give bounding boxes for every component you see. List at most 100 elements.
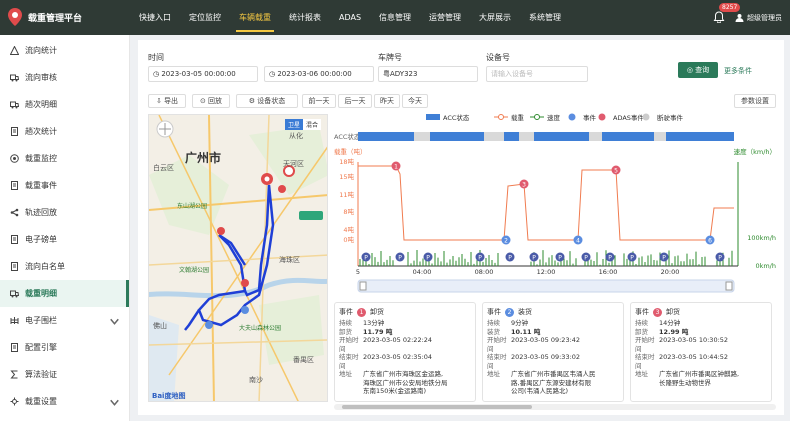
- event-value: 14分钟: [659, 319, 681, 327]
- event-key: 结束时间: [339, 353, 359, 370]
- warning-icon: [10, 46, 19, 55]
- event-value: 11.79 吨: [363, 327, 393, 336]
- y2-axis-label: 速度（km/h）: [734, 147, 776, 156]
- legend-swatch: [598, 113, 606, 121]
- end-time-input[interactable]: ◷ 2023-03-06 00:00:00: [264, 66, 374, 82]
- event-card[interactable]: 事件 2 装货 持续 9分钟 装货 10.11 吨开始时间 2023-03-05 09:23:…: [482, 302, 624, 402]
- load-chart: ACC状态 载重 速度 事件 ADAS事件 断驶事件 ACC状态 载重（吨） 速度（km/h） 1…: [334, 110, 776, 300]
- document-icon: [11, 127, 18, 136]
- range-handle-right: [725, 281, 733, 291]
- map-label: 番禺区: [293, 356, 314, 364]
- map-tab-satellite[interactable]: 卫星: [285, 119, 304, 130]
- sidebar-item[interactable]: 载重设置: [0, 388, 129, 415]
- query-button[interactable]: ◎ 查询: [678, 62, 718, 78]
- user-name: 超级管理员: [747, 13, 782, 22]
- scrollbar-thumb[interactable]: [342, 405, 532, 409]
- nav-item[interactable]: 大屏展示: [470, 0, 520, 35]
- sidebar-item[interactable]: 趟次统计: [0, 118, 129, 145]
- device-status-button[interactable]: ⚙ 设备状态: [236, 94, 298, 108]
- sidebar-item[interactable]: 电子围栏: [0, 307, 129, 334]
- document-icon: [11, 262, 18, 271]
- parking-marker-label: P: [584, 255, 588, 262]
- sidebar-item[interactable]: 载重监控: [0, 145, 129, 172]
- y-tick-label: 0吨: [343, 235, 354, 244]
- event-value: 长隆野生动物世界: [659, 378, 711, 387]
- nav-item[interactable]: 信息管理: [370, 0, 420, 35]
- export-button[interactable]: ⇩ 导出: [148, 94, 186, 108]
- prev-day-button[interactable]: 前一天: [302, 94, 336, 108]
- event-key: 开始时间: [487, 336, 507, 353]
- events-scrollbar[interactable]: [334, 404, 776, 410]
- nav-item[interactable]: 车辆载重: [230, 0, 280, 35]
- event-value: 公司(韦涌人民路北): [511, 387, 569, 395]
- event-name: 卸货: [666, 308, 680, 316]
- location-pin-icon: [8, 8, 22, 26]
- legend-label: 事件: [583, 113, 597, 122]
- map-label: 白云区: [153, 164, 174, 172]
- event-card[interactable]: 事件 3 卸货 持续 14分钟 卸货 12.99 吨开始时间 2023-03-05 10:30…: [630, 302, 772, 402]
- event-key: 地址: [339, 370, 352, 378]
- chevron-down-icon: [110, 318, 119, 325]
- nav-item[interactable]: 运营管理: [420, 0, 470, 35]
- params-button[interactable]: 参数设置: [734, 94, 776, 108]
- map-view[interactable]: 广州市 天河区 白云区 海珠区 番禺区 大夫山森林公园 东山湖公园 文翰湖公园 …: [148, 114, 328, 402]
- today-button[interactable]: 今天: [402, 94, 428, 108]
- event-key: [487, 379, 511, 388]
- nav-item[interactable]: 快捷入口: [130, 0, 180, 35]
- sidebar-item-label: 载重设置: [25, 397, 57, 406]
- event-row: 结束时间 2023-03-05 10:44:52: [635, 353, 767, 370]
- event-card[interactable]: 事件 1 卸货 持续 13分钟 卸货 11.79 吨开始时间 2023-03-05 02:22…: [334, 302, 476, 402]
- start-time-input[interactable]: ◷ 2023-03-05 00:00:00: [148, 66, 258, 82]
- sidebar-item[interactable]: 算法验证: [0, 361, 129, 388]
- sidebar-item[interactable]: 轨迹回放: [0, 199, 129, 226]
- sidebar-item[interactable]: 载重明细: [0, 280, 129, 307]
- event-value: 12.99 吨: [659, 327, 689, 336]
- more-conditions-link[interactable]: 更多条件: [724, 66, 752, 76]
- sidebar-item[interactable]: 流向统计: [0, 37, 129, 64]
- sidebar-item[interactable]: 载重事件: [0, 172, 129, 199]
- event-value: 广东省广州市海珠区金运路,: [363, 370, 444, 378]
- sidebar-item[interactable]: 电子磅单: [0, 226, 129, 253]
- sidebar: 流向统计 流向审核 趟次明细 趟次统计 载重监控 载重事件 轨迹回放 电子磅单 流向白名单 载重明…: [0, 35, 130, 421]
- event-key: [635, 379, 659, 388]
- range-handle-left: [359, 281, 367, 291]
- event-row: 卸货 11.79 吨: [339, 328, 471, 337]
- sidebar-item[interactable]: 流向审核: [0, 64, 129, 91]
- nav-item[interactable]: 统计报表: [280, 0, 330, 35]
- event-value: 13分钟: [363, 319, 385, 327]
- event-marker-label: 5: [614, 168, 618, 175]
- nav-item[interactable]: ADAS: [330, 0, 370, 35]
- search-icon: ◎: [686, 66, 696, 74]
- bell-icon: [713, 10, 725, 23]
- plate-input[interactable]: 粤ADY323: [378, 66, 478, 82]
- sidebar-item[interactable]: 趟次明细: [0, 91, 129, 118]
- playback-button[interactable]: ⊙ 回放: [192, 94, 230, 108]
- event-row: 开始时间 2023-03-05 09:23:42: [487, 336, 619, 353]
- plate-label: 车牌号: [378, 53, 402, 62]
- legend-label: 速度: [547, 113, 561, 122]
- event-type: 事件: [635, 308, 649, 316]
- user-menu[interactable]: 超级管理员: [735, 13, 782, 23]
- event-key: [339, 379, 363, 388]
- y-axis-label: 载重（吨）: [334, 147, 367, 156]
- notification-bell[interactable]: 8257: [713, 2, 741, 25]
- acc-label: ACC状态: [334, 132, 361, 141]
- fence-icon: [10, 317, 19, 324]
- device-label: 设备号: [486, 53, 510, 62]
- event-row: 装货 10.11 吨: [487, 328, 619, 337]
- nav-item[interactable]: 系统管理: [520, 0, 570, 35]
- event-name: 装货: [518, 308, 532, 316]
- event-row: 东南150米(金运路南): [339, 387, 471, 396]
- sidebar-item[interactable]: 配置引擎: [0, 334, 129, 361]
- yesterday-button[interactable]: 昨天: [374, 94, 400, 108]
- nav-item[interactable]: 定位监控: [180, 0, 230, 35]
- document-icon: [11, 343, 18, 352]
- document-icon: [11, 181, 18, 190]
- sidebar-item[interactable]: 流向白名单: [0, 253, 129, 280]
- event-key: 开始时间: [339, 336, 359, 353]
- app-logo[interactable]: 载重管理平台: [8, 8, 82, 26]
- event-row: 地址 广东省广州市海珠区金运路,: [339, 370, 471, 379]
- map-tab-hybrid[interactable]: 混合: [303, 119, 322, 130]
- device-input[interactable]: 请输入设备号: [486, 66, 588, 82]
- next-day-button[interactable]: 后一天: [338, 94, 372, 108]
